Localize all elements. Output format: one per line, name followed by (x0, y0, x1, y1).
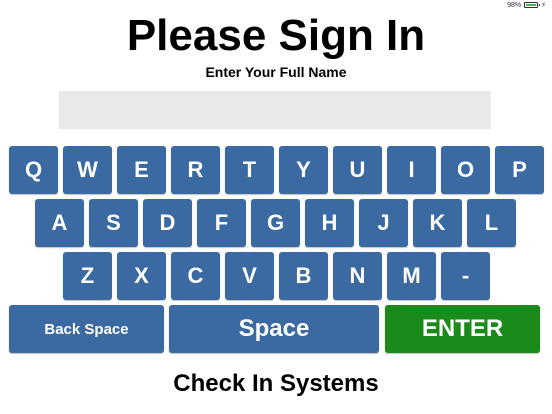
key-y[interactable]: Y (279, 146, 328, 194)
key-m[interactable]: M (387, 252, 436, 300)
key-x[interactable]: X (117, 252, 166, 300)
key-e[interactable]: E (117, 146, 166, 194)
page-subtitle: Enter Your Full Name (205, 64, 347, 80)
backspace-key[interactable]: Back Space (9, 305, 164, 353)
full-name-input[interactable] (59, 91, 491, 129)
key-z[interactable]: Z (63, 252, 112, 300)
key-a[interactable]: A (35, 199, 84, 247)
key-t[interactable]: T (225, 146, 274, 194)
battery-percent: 98% (507, 1, 522, 9)
key-h[interactable]: H (305, 199, 354, 247)
key-k[interactable]: K (413, 199, 462, 247)
page-title: Please Sign In (126, 11, 426, 60)
key-o[interactable]: O (441, 146, 490, 194)
key-d[interactable]: D (143, 199, 192, 247)
key-u[interactable]: U (333, 146, 382, 194)
key-r[interactable]: R (171, 146, 220, 194)
key-w[interactable]: W (63, 146, 112, 194)
key-l[interactable]: L (467, 199, 516, 247)
battery-icon (524, 2, 541, 8)
key-dash[interactable]: - (441, 252, 490, 300)
key-j[interactable]: J (359, 199, 408, 247)
key-f[interactable]: F (197, 199, 246, 247)
status-bar: 98% ⚡ (507, 1, 546, 10)
footer-brand: Check In Systems (173, 370, 379, 397)
key-p[interactable]: P (495, 146, 544, 194)
key-g[interactable]: G (251, 199, 300, 247)
space-key[interactable]: Space (169, 305, 379, 353)
key-c[interactable]: C (171, 252, 220, 300)
key-s[interactable]: S (89, 199, 138, 247)
key-n[interactable]: N (333, 252, 382, 300)
enter-key[interactable]: ENTER (385, 305, 540, 353)
key-b[interactable]: B (279, 252, 328, 300)
key-i[interactable]: I (387, 146, 436, 194)
key-q[interactable]: Q (9, 146, 58, 194)
key-v[interactable]: V (225, 252, 274, 300)
charging-icon: ⚡ (541, 2, 546, 9)
